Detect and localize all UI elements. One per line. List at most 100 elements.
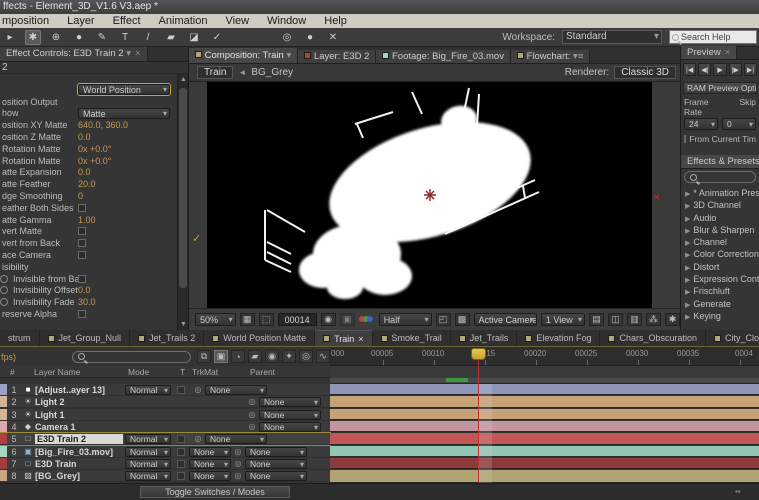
timeline-search-input[interactable] — [72, 351, 191, 363]
list-item[interactable]: ▶3D Channel — [685, 199, 759, 211]
label-chip[interactable] — [0, 433, 7, 444]
eraser-tool-icon[interactable]: ◪ — [186, 30, 202, 45]
timeline-tab[interactable]: Jet_Group_Null — [40, 330, 131, 347]
time-ruler[interactable]: 000 00005 00010 00015 00020 00025 00030 … — [330, 347, 759, 366]
timeline-button-icon[interactable]: ▥ — [627, 313, 642, 326]
checkbox[interactable] — [78, 251, 86, 259]
menu-effect[interactable]: Effect — [113, 14, 141, 28]
label-chip[interactable] — [0, 396, 7, 407]
comp-mini-flow-icon[interactable]: ⧉ — [197, 350, 211, 363]
close-icon[interactable]: × — [358, 334, 363, 344]
label-chip[interactable] — [0, 458, 7, 469]
transparency-grid-icon[interactable]: ▩ — [455, 313, 470, 326]
checkbox[interactable] — [78, 275, 86, 283]
toggle-switches-modes-button[interactable]: Toggle Switches / Modes — [140, 486, 290, 498]
effects-search-input[interactable] — [684, 171, 756, 183]
line-tool-icon[interactable]: / — [140, 30, 156, 45]
property-value[interactable]: 0x +0.0° — [78, 156, 111, 166]
label-chip[interactable] — [0, 409, 7, 420]
tab-composition[interactable]: Composition: Train ▾ — [189, 48, 298, 63]
comp-breadcrumb-button[interactable]: Train — [197, 66, 233, 79]
list-item[interactable]: ▶Channel — [685, 236, 759, 248]
property-value[interactable]: 0.0 — [78, 167, 91, 177]
hide-shy-icon[interactable]: ◔ — [231, 350, 245, 363]
parent-pickwhip-icon[interactable]: ◎ — [247, 410, 257, 419]
parent-dropdown[interactable]: None — [259, 422, 321, 432]
show-channel-icon[interactable] — [359, 313, 375, 326]
scroll-down-icon[interactable]: ▼ — [178, 319, 189, 330]
layer-bar[interactable] — [330, 384, 759, 395]
layer-bar[interactable] — [330, 470, 759, 483]
property-value[interactable]: 20.0 — [78, 179, 96, 189]
timeline-tab[interactable]: City_Clouds — [706, 330, 759, 347]
trkmat-dropdown[interactable]: None — [189, 459, 231, 469]
list-item[interactable]: ▶Distort — [685, 261, 759, 273]
next-frame-button[interactable]: |▶ — [729, 63, 742, 76]
timeline-tab[interactable]: strum — [0, 330, 40, 347]
layer-bar[interactable] — [330, 396, 759, 408]
parent-dropdown[interactable]: None — [205, 385, 267, 395]
resolution-dropdown[interactable]: Half — [379, 313, 432, 326]
tab-footage[interactable]: Footage: Big_Fire_03.mov — [376, 50, 511, 63]
mode-dropdown[interactable]: Normal — [125, 459, 171, 469]
renderer-button[interactable]: Classic 3D — [614, 66, 676, 79]
table-row[interactable]: 6▣[Big_Fire_03.mov]NormalNone◎None — [0, 446, 330, 458]
auto-keyframe-icon[interactable]: ◎ — [299, 350, 313, 363]
twirl-icon[interactable]: ▶ — [685, 216, 690, 223]
t-checkbox[interactable] — [177, 448, 185, 456]
orbit-camera-tool-icon[interactable]: ◎ — [279, 30, 295, 45]
list-item[interactable]: ▶Expression Controls — [685, 273, 759, 285]
type-tool-icon[interactable]: T — [117, 30, 133, 45]
ram-preview-options-header[interactable]: RAM Preview Optio — [683, 82, 757, 94]
resize-grip-icon[interactable]: ▪▪ — [735, 487, 741, 496]
workspace-dropdown[interactable]: Standard — [562, 30, 662, 44]
grid-options-icon[interactable]: ▦ — [240, 313, 255, 326]
property-value[interactable]: 0x +0.0° — [78, 144, 111, 154]
from-current-checkbox[interactable] — [684, 135, 686, 143]
layer-bar[interactable] — [330, 446, 759, 457]
breadcrumb-parent[interactable]: BG_Grey — [251, 67, 293, 78]
layer-bar[interactable] — [330, 421, 759, 432]
trkmat-dropdown[interactable]: None — [189, 471, 231, 481]
property-value[interactable]: 0 — [78, 191, 83, 201]
layer-bar[interactable] — [330, 433, 759, 445]
camera-view-dropdown[interactable]: Active Camera — [474, 313, 537, 326]
property-value[interactable]: 30.0 — [78, 297, 96, 307]
world-position-dropdown[interactable]: World Position — [78, 84, 170, 95]
twirl-icon[interactable]: ▶ — [685, 265, 690, 272]
mode-dropdown[interactable]: Normal — [125, 471, 171, 481]
t-checkbox[interactable] — [177, 435, 185, 443]
puppet-tool-icon[interactable]: ✓ — [209, 30, 225, 45]
skip-dropdown[interactable]: 0 — [722, 118, 756, 130]
menu-view[interactable]: View — [225, 14, 249, 28]
stopwatch-icon[interactable] — [0, 286, 8, 294]
t-checkbox[interactable] — [177, 472, 185, 480]
layer-bar[interactable] — [330, 458, 759, 469]
menu-layer[interactable]: Layer — [67, 14, 95, 28]
mode-dropdown[interactable]: Normal — [125, 385, 171, 395]
magnification-dropdown[interactable]: 50% — [195, 313, 236, 326]
draft-3d-icon[interactable]: ▣ — [214, 350, 228, 363]
table-row-selected[interactable]: 5□E3D Train 2Normal◎None — [0, 433, 330, 445]
brush-tool-icon[interactable]: ▰ — [163, 30, 179, 45]
checkbox[interactable] — [78, 204, 86, 212]
stopwatch-icon[interactable] — [0, 275, 8, 283]
list-item[interactable]: ▶Blur & Sharpen — [685, 224, 759, 236]
parent-pickwhip-icon[interactable]: ◎ — [193, 385, 203, 394]
scroll-up-icon[interactable]: ▲ — [178, 74, 189, 85]
timeline-tab[interactable]: Jet_Trails 2 — [130, 330, 204, 347]
label-chip[interactable] — [0, 470, 7, 481]
property-value[interactable]: 640.0, 360.0 — [78, 120, 128, 130]
graph-editor-icon[interactable]: ∿ — [316, 350, 330, 363]
twirl-icon[interactable]: ▶ — [685, 203, 690, 210]
timeline-tab[interactable]: Chars_Obscuration — [600, 330, 706, 347]
flowchart-button-icon[interactable]: ⁂ — [646, 313, 661, 326]
fast-previews-icon[interactable]: ◫ — [608, 313, 623, 326]
close-icon[interactable]: × — [725, 47, 731, 58]
tab-layer[interactable]: Layer: E3D 2 — [298, 50, 376, 63]
dolly-camera-tool-icon[interactable]: ✕ — [325, 30, 341, 45]
shape-tool-icon[interactable]: ● — [71, 30, 87, 45]
checkbox[interactable] — [78, 227, 86, 235]
work-area-bar[interactable] — [330, 366, 759, 384]
property-value[interactable]: 0.0 — [78, 132, 91, 142]
